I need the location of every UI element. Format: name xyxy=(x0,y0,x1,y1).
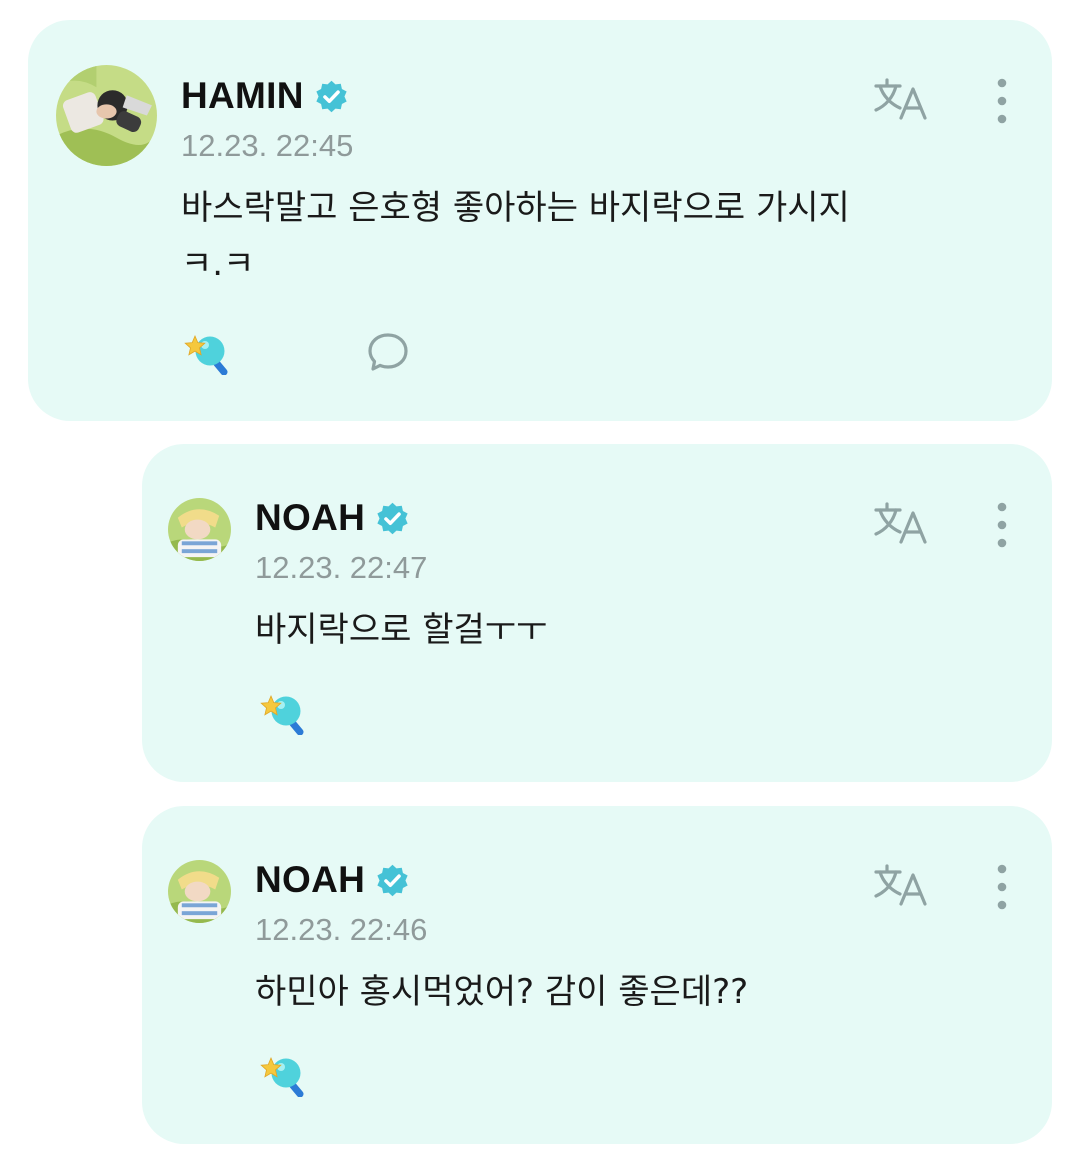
reaction-icon[interactable] xyxy=(257,689,307,735)
avatar[interactable] xyxy=(56,65,157,166)
author-name[interactable]: NOAH xyxy=(255,496,365,540)
comment-actions xyxy=(181,329,417,375)
more-options-icon[interactable] xyxy=(996,502,1008,548)
comment-text: 바스락말고 은호형 좋아하는 바지락으로 가시지 ㅋ.ㅋ xyxy=(181,188,850,284)
author-name[interactable]: HAMIN xyxy=(181,74,304,118)
verified-badge-icon xyxy=(375,501,410,536)
avatar-photo xyxy=(168,860,231,923)
timestamp: 12.23. 22:46 xyxy=(255,912,428,947)
author-name[interactable]: NOAH xyxy=(255,858,365,902)
comment-text: 바지락으로 할걸ㅜㅜ xyxy=(255,610,548,650)
avatar-photo xyxy=(56,65,157,166)
reaction-icon[interactable] xyxy=(257,1051,307,1097)
comment-actions xyxy=(257,689,443,735)
comment-actions xyxy=(257,1051,443,1097)
timestamp: 12.23. 22:47 xyxy=(255,550,428,585)
more-options-icon[interactable] xyxy=(996,864,1008,910)
comment-icon[interactable] xyxy=(367,331,411,373)
verified-badge-icon xyxy=(314,79,349,114)
translate-icon[interactable] xyxy=(873,862,931,908)
reply-card: NOAH 12.23. 22:47 바지락으로 할걸ㅜㅜ xyxy=(142,444,1052,782)
avatar[interactable] xyxy=(168,498,231,561)
verified-badge-icon xyxy=(375,863,410,898)
comment-card: HAMIN 12.23. 22:45 바스락말고 은호형 좋아하는 바지락으로 … xyxy=(28,20,1052,421)
translate-icon[interactable] xyxy=(873,500,931,546)
avatar-photo xyxy=(168,498,231,561)
timestamp: 12.23. 22:45 xyxy=(181,128,354,163)
more-options-icon[interactable] xyxy=(996,78,1008,124)
translate-icon[interactable] xyxy=(873,76,931,122)
reply-card: NOAH 12.23. 22:46 하민아 홍시먹었어? 감이 좋은데?? xyxy=(142,806,1052,1144)
reaction-icon[interactable] xyxy=(181,329,231,375)
avatar[interactable] xyxy=(168,860,231,923)
comment-text: 하민아 홍시먹었어? 감이 좋은데?? xyxy=(255,972,749,1012)
